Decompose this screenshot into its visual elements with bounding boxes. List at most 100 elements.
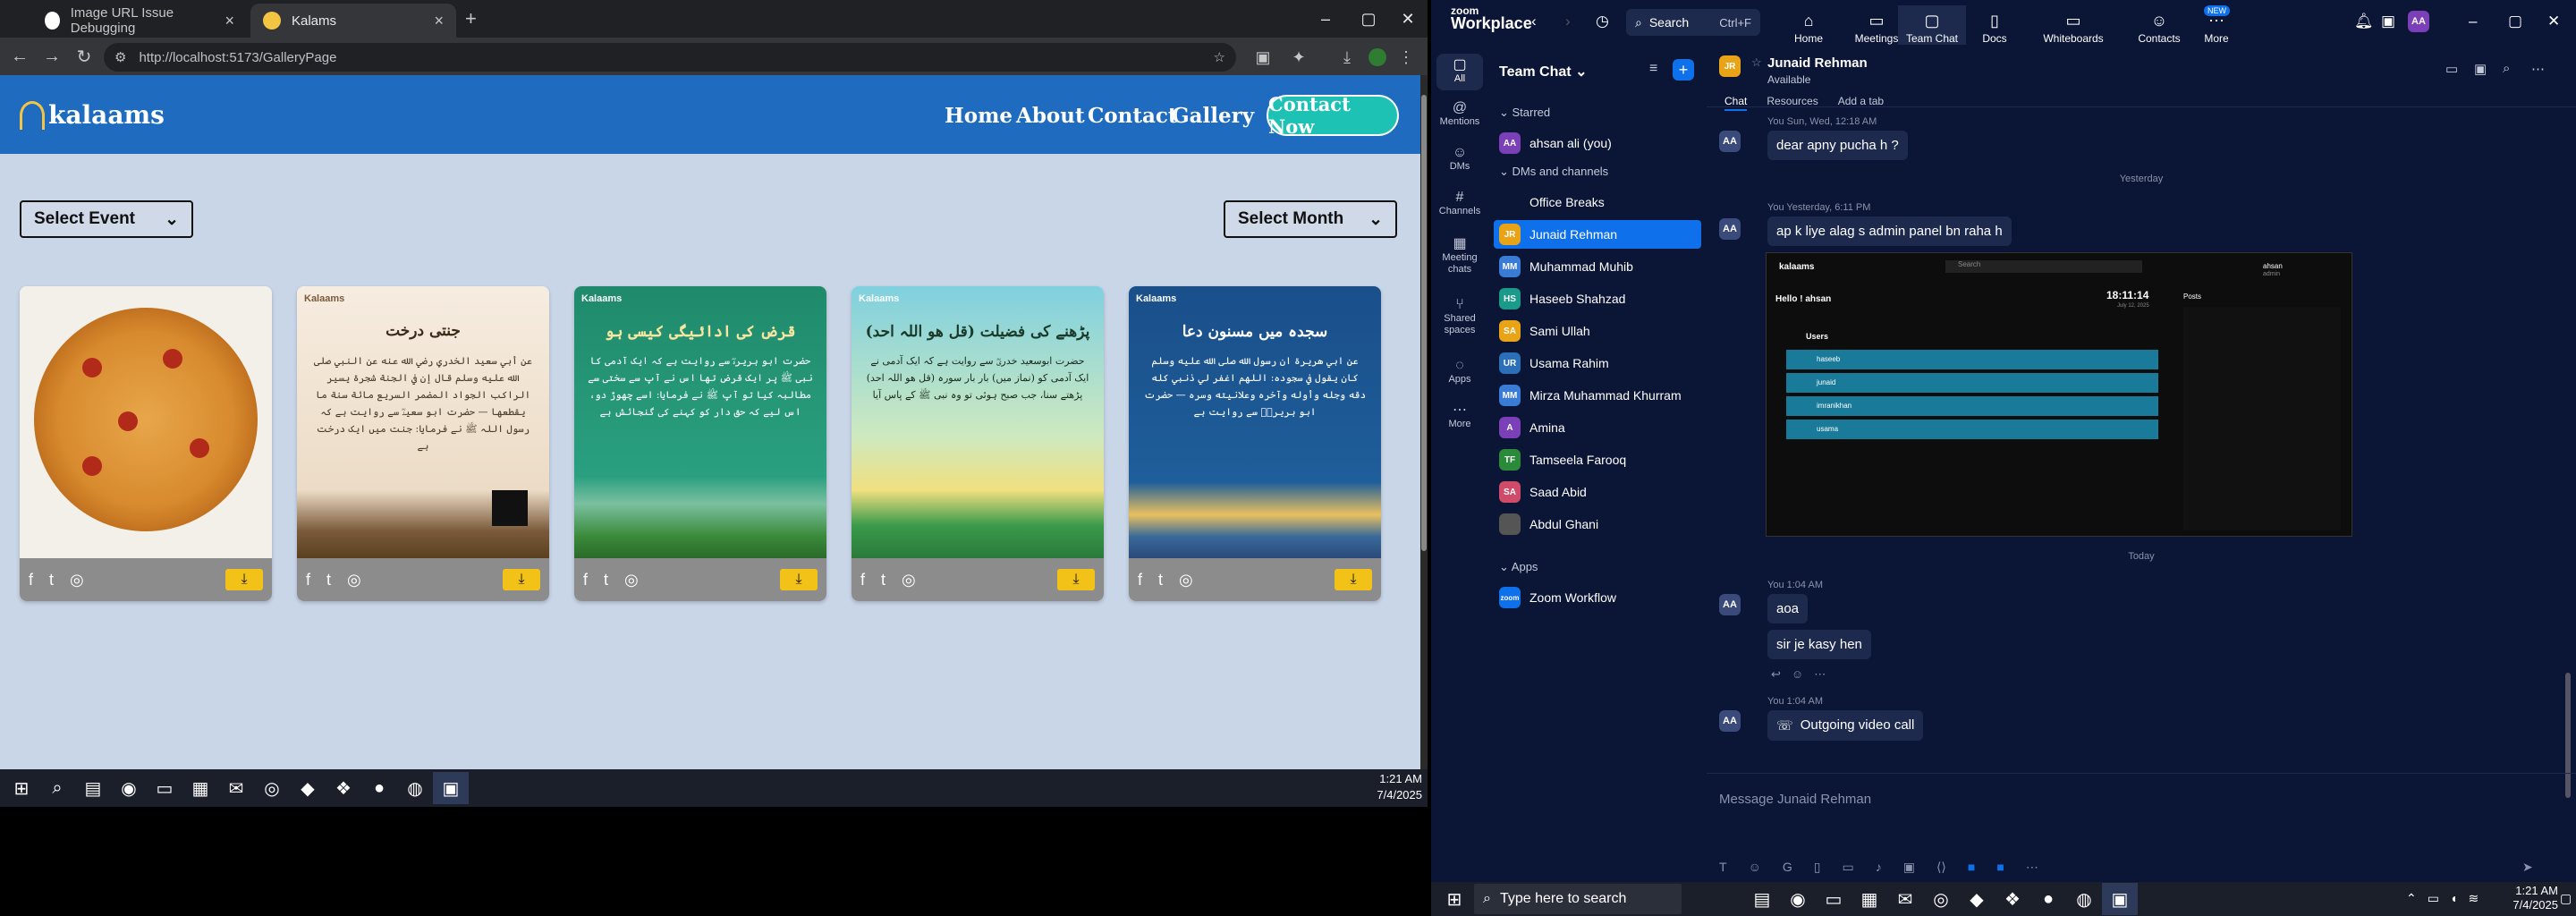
clock[interactable]: 1:21 AM 7/4/2025 <box>2487 884 2558 912</box>
extensions-puzzle-icon[interactable]: ✦ <box>1286 45 1311 70</box>
chat-row[interactable]: SA Saad Abid <box>1494 478 1701 506</box>
back-icon[interactable]: ‹ <box>1531 13 1537 30</box>
search-icon[interactable]: ⌕ <box>39 772 75 804</box>
tab-image-url-debugging[interactable]: Image URL Issue Debugging × <box>32 4 247 38</box>
tab-chat[interactable]: Chat <box>1724 95 1748 111</box>
rail-shared-spaces[interactable]: ⑂ Shared spaces <box>1431 298 1488 336</box>
scrollbar-thumb[interactable] <box>1421 95 1427 551</box>
twitter-icon[interactable]: t <box>1158 571 1163 589</box>
apps-icon[interactable]: ▣ <box>2381 13 2395 30</box>
address-bar[interactable]: ⚙ http://localhost:5173/GalleryPage ☆ <box>104 43 1236 72</box>
download-button[interactable]: ⤓ <box>1057 569 1095 590</box>
screen-share-icon[interactable]: ▣ <box>2474 61 2487 77</box>
chrome-icon[interactable]: ◎ <box>1923 883 1959 915</box>
tab-more[interactable]: NEW ⋯ More <box>2182 5 2250 45</box>
download-button[interactable]: ⤓ <box>1335 569 1372 590</box>
image-attachment[interactable]: kalaams Search ahsan admin Hello ! ahsan… <box>1766 252 2352 537</box>
back-icon[interactable]: ← <box>4 47 36 67</box>
taskbar-search[interactable]: ⌕ Type here to search <box>1474 884 1682 914</box>
rail-more[interactable]: ⋯ More <box>1431 403 1488 430</box>
contact-now-button[interactable]: Contact Now <box>1267 93 1399 138</box>
network-icon[interactable]: ▭ <box>2428 891 2439 906</box>
file-explorer-icon[interactable]: ▭ <box>1816 883 1852 915</box>
clock[interactable]: 1:21 AM 7/4/2025 <box>1342 771 1422 803</box>
search-icon[interactable]: ⌕ <box>2503 61 2510 76</box>
chat-row[interactable]: JR Junaid Rehman <box>1494 220 1701 249</box>
more-icon[interactable]: ⋯ <box>2026 860 2038 875</box>
twitter-icon[interactable]: t <box>49 571 54 589</box>
send-icon[interactable]: ➤ <box>2522 860 2533 875</box>
message-bubble[interactable]: aoa <box>1767 594 1809 623</box>
message-input[interactable]: Message Junaid Rehman <box>1719 792 1871 807</box>
chat-row[interactable]: TF Tamseela Farooq <box>1494 445 1701 474</box>
tab-docs[interactable]: ▯ Docs <box>1961 5 2029 45</box>
chat-row[interactable]: SA Sami Ullah <box>1494 317 1701 345</box>
download-button[interactable]: ⤓ <box>503 569 540 590</box>
chat-row[interactable]: UR Usama Rahim <box>1494 349 1701 377</box>
instagram-icon[interactable]: ◎ <box>902 571 916 589</box>
windows-start-icon[interactable]: ⊞ <box>1436 883 1472 915</box>
instagram-icon[interactable]: ◎ <box>624 571 639 589</box>
notifications-icon[interactable]: 🔔︎ <box>2354 13 2374 30</box>
user-avatar[interactable]: AA <box>2408 11 2429 32</box>
twitter-icon[interactable]: t <box>326 571 331 589</box>
chat-scrollbar[interactable] <box>2565 100 2571 798</box>
facebook-icon[interactable]: f <box>583 571 588 589</box>
twitter-icon[interactable]: t <box>881 571 886 589</box>
vscode-icon[interactable]: ❖ <box>326 772 361 804</box>
rail-channels[interactable]: # Channels <box>1431 191 1488 217</box>
facebook-icon[interactable]: f <box>860 571 865 589</box>
profile-avatar[interactable] <box>1365 45 1390 70</box>
nav-gallery[interactable]: Gallery <box>1172 104 1254 128</box>
video-message-icon[interactable]: ▣ <box>1903 860 1915 875</box>
app-icon[interactable]: ◆ <box>290 772 326 804</box>
new-chat-button[interactable]: + <box>1673 59 1694 81</box>
store-icon[interactable]: ▦ <box>182 772 218 804</box>
zoom-icon[interactable]: ▣ <box>433 772 469 804</box>
rail-dms[interactable]: ☺ DMs <box>1431 146 1488 173</box>
zoom-icon[interactable]: ▣ <box>2102 883 2138 915</box>
mail-icon[interactable]: ✉ <box>218 772 254 804</box>
new-tab-button[interactable]: + <box>465 7 477 30</box>
emoji-icon[interactable]: ☺ <box>1749 860 1761 875</box>
tab-kalams[interactable]: Kalams × <box>250 4 456 38</box>
chat-row[interactable]: Abdul Ghani <box>1494 510 1701 539</box>
section-apps[interactable]: ⌄ Apps <box>1499 560 1538 574</box>
more-icon[interactable]: ⋯ <box>1814 667 1826 682</box>
file-icon[interactable]: ▯ <box>1814 860 1821 875</box>
chat-row[interactable]: MM Mirza Muhammad Khurram <box>1494 381 1701 410</box>
volume-icon[interactable]: ◖ <box>2450 891 2457 906</box>
twitter-icon[interactable]: t <box>604 571 608 589</box>
file-explorer-icon[interactable]: ▭ <box>147 772 182 804</box>
screenshot-icon[interactable]: ▭ <box>1842 860 1853 875</box>
instagram-icon[interactable]: ◎ <box>347 571 361 589</box>
notifications-icon[interactable]: ▢ <box>2560 891 2572 906</box>
team-chat-title[interactable]: Team Chat ⌄ <box>1499 63 1587 81</box>
section-dms[interactable]: ⌄ DMs and channels <box>1499 165 1608 179</box>
format-icon[interactable]: T <box>1719 860 1727 875</box>
emoji-icon[interactable]: ☺ <box>1792 667 1803 682</box>
vscode-icon[interactable]: ❖ <box>1995 883 2030 915</box>
facebook-icon[interactable]: f <box>29 571 33 589</box>
minimize-icon[interactable]: – <box>2469 13 2477 30</box>
gallery-card[interactable]: Kalaams (قل ھو اللہ احد) پڑھنے کی فضیلت … <box>852 286 1104 601</box>
chrome-icon[interactable]: ◎ <box>254 772 290 804</box>
history-icon[interactable]: ◷ <box>1596 13 1609 30</box>
gallery-card[interactable]: Kalaams قرض کی ادائیگی کیسی ہو حضرت ابو … <box>574 286 826 601</box>
download-button[interactable]: ⤓ <box>780 569 818 590</box>
chat-row[interactable]: Office Breaks <box>1494 188 1701 216</box>
download-button[interactable]: ⤓ <box>225 569 263 590</box>
reply-icon[interactable]: ↩ <box>1771 667 1781 682</box>
edge-icon[interactable]: ◉ <box>111 772 147 804</box>
postman-icon[interactable]: ◍ <box>397 772 433 804</box>
filter-icon[interactable]: ≡ <box>1649 61 1657 77</box>
instagram-icon[interactable]: ◎ <box>70 571 84 589</box>
rail-apps[interactable]: ◌ Apps <box>1431 359 1488 386</box>
zoom-search[interactable]: ⌕ Search Ctrl+F <box>1626 9 1760 36</box>
app-icon[interactable]: ● <box>361 772 397 804</box>
wifi-icon[interactable]: ≋ <box>2468 891 2479 906</box>
nav-home[interactable]: Home <box>945 104 1013 128</box>
message-bubble[interactable]: sir je kasy hen <box>1767 630 1871 659</box>
close-window-icon[interactable]: ✕ <box>2547 13 2560 30</box>
message-bubble[interactable]: dear apny pucha h ? <box>1767 131 1908 160</box>
